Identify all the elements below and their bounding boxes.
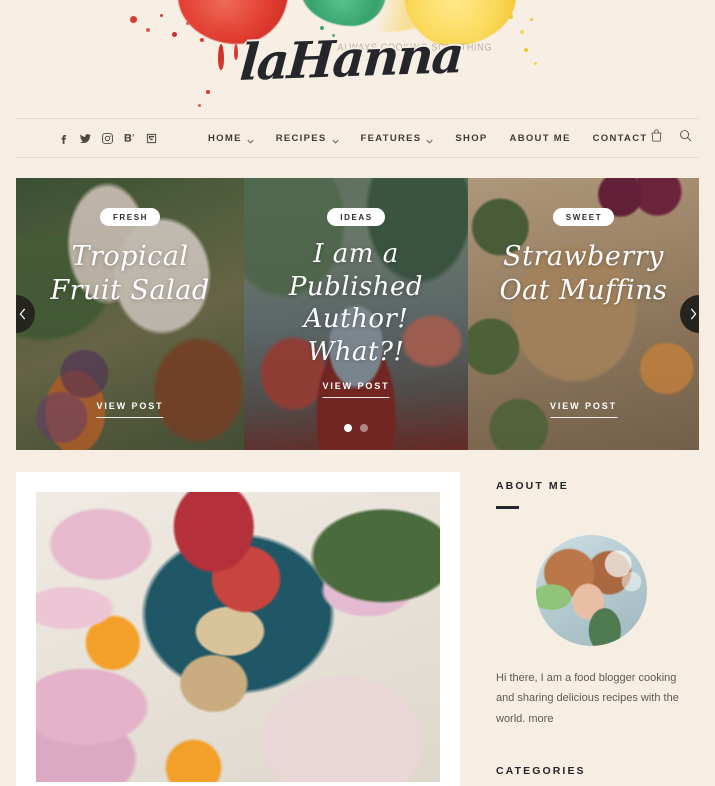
avatar xyxy=(535,535,647,646)
slide-title: I am a Published Author! What?! xyxy=(288,239,424,367)
slide-cta-view-post[interactable]: VIEW POST xyxy=(549,401,618,418)
slide-badge[interactable]: FRESH xyxy=(99,208,161,226)
chevron-down-icon xyxy=(247,136,254,144)
nav-actions xyxy=(649,128,693,148)
slide-strawberry-oat-muffins[interactable]: SWEET Strawberry Oat Muffins VIEW POST xyxy=(468,178,699,450)
featured-post-image xyxy=(36,492,440,782)
splatter-red-5 xyxy=(186,22,189,25)
sidebar: ABOUT ME Hi there, I am a food blogger c… xyxy=(496,472,686,786)
splatter-red-2 xyxy=(146,28,150,32)
nav-item-shop[interactable]: SHOP xyxy=(455,133,487,144)
splatter-green-3 xyxy=(344,22,347,25)
slider-dot-2[interactable] xyxy=(360,424,368,432)
nav-item-home-label: HOME xyxy=(208,132,242,144)
splatter-red-3 xyxy=(160,14,163,17)
watercolor-herbs xyxy=(300,0,386,26)
facebook-icon[interactable] xyxy=(57,132,70,145)
site-logo[interactable]: ALWAYS COOKING SOMETHING laHanna xyxy=(0,25,715,92)
instagram-icon[interactable] xyxy=(101,132,114,145)
slide-title: Tropical Fruit Salad xyxy=(50,241,210,306)
nav-menu: HOME RECIPES FEATURES SHOP ABOUT ME CONT… xyxy=(208,133,647,144)
chevron-down-icon xyxy=(426,136,434,144)
slide-badge[interactable]: IDEAS xyxy=(327,208,385,226)
search-icon[interactable] xyxy=(678,128,693,148)
slide-cta-view-post[interactable]: VIEW POST xyxy=(322,381,390,398)
twitter-icon[interactable] xyxy=(79,132,92,145)
flipboard-icon[interactable] xyxy=(145,132,158,145)
content-area: ABOUT ME Hi there, I am a food blogger c… xyxy=(0,472,715,786)
shopping-bag-icon[interactable] xyxy=(649,128,664,148)
splatter-yellow-3 xyxy=(530,18,533,21)
splatter-red-8 xyxy=(198,104,201,107)
site-header: ALWAYS COOKING SOMETHING laHanna xyxy=(0,0,715,118)
about-me-heading: ABOUT ME xyxy=(496,480,569,492)
slide-badge[interactable]: SWEET xyxy=(552,208,615,226)
chevron-down-icon xyxy=(331,136,339,144)
nav-item-features-label: FEATURES xyxy=(360,132,422,144)
nav-item-recipes-label: RECIPES xyxy=(275,132,327,144)
bloglovin-icon[interactable] xyxy=(123,132,136,145)
hero-slider: FRESH Tropical Fruit Salad VIEW POST IDEA… xyxy=(16,178,699,450)
about-me-rule xyxy=(496,506,519,509)
splatter-red-1 xyxy=(130,16,137,23)
page-root: ALWAYS COOKING SOMETHING laHanna HOME RE… xyxy=(0,0,715,786)
main-navbar: HOME RECIPES FEATURES SHOP ABOUT ME CONT… xyxy=(16,118,699,158)
slider-dots xyxy=(344,424,368,432)
slider-dot-1[interactable] xyxy=(344,424,352,432)
nav-item-about-me[interactable]: ABOUT ME xyxy=(510,133,571,144)
nav-item-recipes[interactable]: RECIPES xyxy=(276,133,339,144)
featured-post-card[interactable] xyxy=(16,472,460,786)
nav-item-features[interactable]: FEATURES xyxy=(361,133,434,144)
nav-item-home[interactable]: HOME xyxy=(208,133,254,144)
social-links xyxy=(57,132,158,145)
slide-cta-view-post[interactable]: VIEW POST xyxy=(96,401,164,418)
slide-tropical-fruit-salad[interactable]: FRESH Tropical Fruit Salad VIEW POST xyxy=(16,178,244,450)
about-me-bio: Hi there, I am a food blogger cooking an… xyxy=(496,672,679,725)
slide-published-author[interactable]: IDEAS I am a Published Author! What?! VIEW … xyxy=(244,178,468,450)
slide-title: Strawberry Oat Muffins xyxy=(499,241,668,306)
categories-heading: CATEGORIES xyxy=(496,765,586,778)
logo-wordmark: laHanna xyxy=(238,25,465,92)
splatter-red-7 xyxy=(206,90,210,94)
nav-item-contact[interactable]: CONTACT xyxy=(593,133,648,144)
splatter-yellow-1 xyxy=(508,14,513,19)
